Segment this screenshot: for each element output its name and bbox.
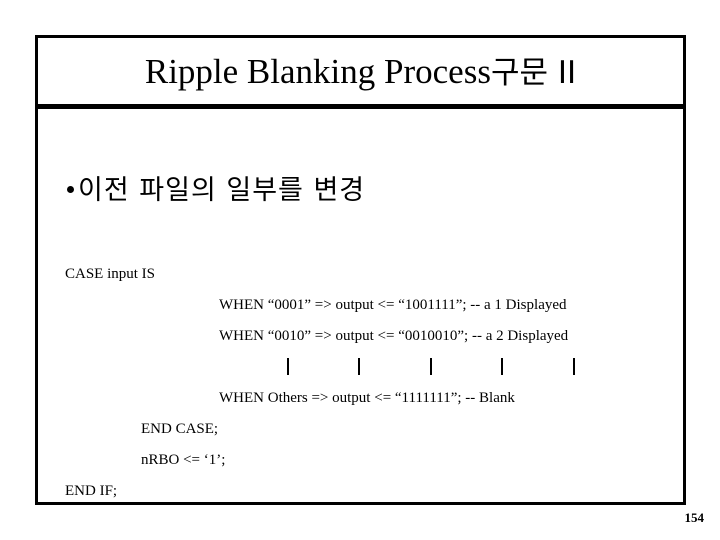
continuation-bar-icon [430,358,432,375]
slide-title-band: Ripple Blanking Process구문 II [38,38,683,109]
code-line: END IF; [65,483,118,499]
page-title: Ripple Blanking Process구문 II [139,54,582,89]
code-line: END CASE; [141,421,219,437]
code-line: WHEN Others => output <= “1111111”; -- B… [219,390,515,406]
page-title-korean: 구문 II [490,54,577,91]
page-number: 154 [684,510,705,525]
code-block: CASE input IS WHEN “0001” => output <= “… [38,259,683,507]
continuation-bar-icon [287,358,289,375]
code-line: nRBO <= ‘1’; [141,452,226,468]
bullet-dot-icon [67,186,74,193]
code-continuation-marks [38,352,683,383]
continuation-bar-icon [573,358,575,375]
slide-body: 이전 파일의 일부를 변경 CASE input IS WHEN “0001” … [38,109,683,502]
slide-frame: Ripple Blanking Process구문 II 이전 파일의 일부를 … [35,35,686,505]
code-line: WHEN “0001” => output <= “1001111”; -- a… [219,297,567,313]
slide-page: { "slide": { "title_en": "Ripple Blankin… [0,0,720,540]
bullet-item-label: 이전 파일의 일부를 변경 [78,175,366,206]
bullet-list-item: 이전 파일의 일부를 변경 [67,177,365,204]
code-line: CASE input IS [65,266,156,282]
continuation-bar-icon [358,358,360,375]
page-title-english: Ripple Blanking Process [144,51,491,91]
continuation-bar-icon [501,358,503,375]
code-line: WHEN “0010” => output <= “0010010”; -- a… [219,328,569,344]
